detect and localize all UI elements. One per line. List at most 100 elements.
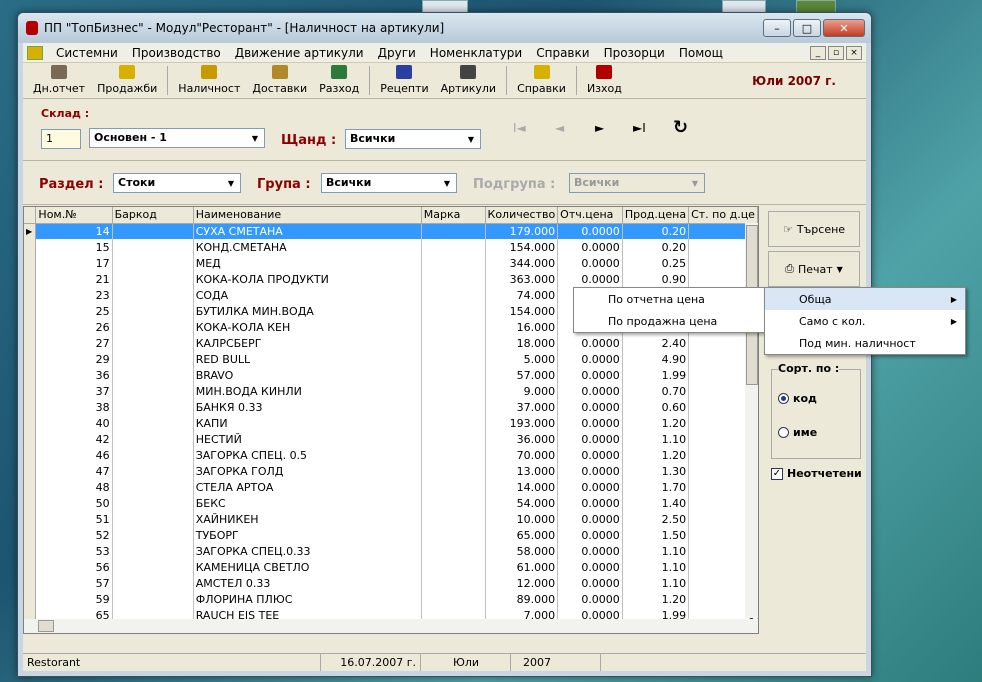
horizontal-scrollbar[interactable] bbox=[24, 619, 758, 633]
document-icon[interactable] bbox=[27, 45, 43, 60]
sklad-select[interactable]: Основен - 1 ▼ bbox=[89, 128, 265, 148]
sort-group: Сорт. по : код име bbox=[771, 362, 861, 459]
table-cell: 154.000 bbox=[485, 239, 559, 255]
table-row[interactable]: 36BRAVO57.0000.00001.990 bbox=[24, 367, 758, 383]
table-cell: ТУБОРГ bbox=[193, 527, 422, 543]
table-row[interactable]: 47ЗАГОРКА ГОЛД13.0000.00001.300 bbox=[24, 463, 758, 479]
sklad-code-field[interactable]: 1 bbox=[41, 129, 81, 149]
table-cell: 51 bbox=[35, 511, 113, 527]
table-row[interactable]: 51ХАЙНИКЕН10.0000.00002.500 bbox=[24, 511, 758, 527]
table-cell: 0.20 bbox=[622, 239, 690, 255]
podgrupa-select: Всички ▼ bbox=[569, 173, 705, 193]
menu-reports[interactable]: Справки bbox=[529, 46, 596, 60]
scroll-thumb[interactable] bbox=[38, 620, 54, 632]
table-cell: 0.0000 bbox=[557, 351, 623, 367]
print-button[interactable]: ⎙ Печат ▼ bbox=[768, 251, 860, 287]
table-cell: 53 bbox=[35, 543, 113, 559]
razdel-select-value: Стоки bbox=[118, 176, 156, 189]
table-row[interactable]: 46ЗАГОРКА СПЕЦ. 0.570.0000.00001.200 bbox=[24, 447, 758, 463]
table-cell: 36 bbox=[35, 367, 113, 383]
table-row[interactable]: 29RED BULL5.0000.00004.900 bbox=[24, 351, 758, 367]
mdi-close-button[interactable]: × bbox=[846, 45, 862, 60]
menu-help[interactable]: Помощ bbox=[672, 46, 730, 60]
table-cell: 4.90 bbox=[622, 351, 690, 367]
menu-other[interactable]: Други bbox=[371, 46, 423, 60]
chevron-down-icon[interactable]: ▼ bbox=[224, 176, 238, 190]
table-row[interactable]: 52ТУБОРГ65.0000.00001.500 bbox=[24, 527, 758, 543]
toolbar-button[interactable]: Справки bbox=[511, 63, 572, 98]
print-by-cost-price[interactable]: По отчетна цена bbox=[574, 288, 765, 310]
table-row[interactable]: 38БАНКЯ 0.3337.0000.00000.600 bbox=[24, 399, 758, 415]
table-row[interactable]: ▶14СУХА СМЕТАНА179.0000.00000.200 bbox=[24, 223, 758, 239]
sort-by-code-radio[interactable]: код bbox=[778, 392, 817, 405]
table-row[interactable]: 27КАЛРСБЕРГ18.0000.00002.400 bbox=[24, 335, 758, 351]
table-cell bbox=[112, 495, 194, 511]
column-header[interactable]: Баркод bbox=[112, 207, 194, 224]
shtand-label: Щанд : bbox=[281, 133, 337, 148]
table-row[interactable]: 48СТЕЛА АРТОА14.0000.00001.700 bbox=[24, 479, 758, 495]
title-bar[interactable]: ПП "ТопБизнес" - Модул"Ресторант" - [Нал… bbox=[18, 13, 871, 43]
search-button[interactable]: ☞ Търсене bbox=[768, 211, 860, 247]
toolbar-button[interactable]: Доставки bbox=[246, 63, 313, 98]
table-cell: 0.0000 bbox=[557, 367, 623, 383]
table-row[interactable]: 57АМСТЕЛ 0.3312.0000.00001.100 bbox=[24, 575, 758, 591]
column-header[interactable]: Количество bbox=[485, 207, 559, 224]
unreported-checkbox[interactable]: ✓ Неотчетени bbox=[771, 467, 862, 480]
column-header[interactable]: Ст. по д.це bbox=[688, 207, 758, 224]
grupa-select[interactable]: Всички ▼ bbox=[321, 173, 457, 193]
prev-record-icon[interactable]: ◄ bbox=[555, 121, 564, 135]
last-record-icon[interactable]: ►I bbox=[633, 121, 646, 135]
toolbar-button[interactable]: Наличност bbox=[172, 63, 246, 98]
table-row[interactable]: 17МЕД344.0000.00000.250 bbox=[24, 255, 758, 271]
menu-movement[interactable]: Движение артикули bbox=[228, 46, 371, 60]
table-row[interactable]: 15КОНД.СМЕТАНА154.0000.00000.200 bbox=[24, 239, 758, 255]
toolbar-button[interactable]: Продажби bbox=[91, 63, 163, 98]
menu-windows[interactable]: Прозорци bbox=[597, 46, 672, 60]
sort-by-name-radio[interactable]: име bbox=[778, 426, 817, 439]
toolbar-button-label: Артикули bbox=[440, 82, 497, 95]
toolbar-button[interactable]: Артикули bbox=[435, 63, 502, 98]
chevron-down-icon[interactable]: ▼ bbox=[440, 176, 454, 190]
print-by-sale-price[interactable]: По продажна цена bbox=[574, 310, 765, 332]
next-record-icon[interactable]: ► bbox=[595, 121, 604, 135]
print-with-quantity[interactable]: Само с кол. ▶ bbox=[765, 310, 965, 332]
refresh-icon[interactable]: ↻ bbox=[673, 117, 688, 138]
menu-nomenclatures[interactable]: Номенклатури bbox=[423, 46, 529, 60]
table-row[interactable]: 50БЕКС54.0000.00001.400 bbox=[24, 495, 758, 511]
table-row[interactable]: 42НЕСТИЙ36.0000.00001.100 bbox=[24, 431, 758, 447]
toolbar-button[interactable]: Изход bbox=[581, 63, 628, 98]
mdi-minimize-button[interactable]: _ bbox=[810, 45, 826, 60]
table-row[interactable]: 40КАПИ193.0000.00001.200 bbox=[24, 415, 758, 431]
column-header[interactable]: Прод.цена bbox=[622, 207, 690, 224]
column-header[interactable]: Отч.цена bbox=[557, 207, 623, 224]
toolbar-button[interactable]: Разход bbox=[313, 63, 365, 98]
toolbar-button[interactable]: Дн.отчет bbox=[27, 63, 91, 98]
razdel-select[interactable]: Стоки ▼ bbox=[113, 173, 241, 193]
shtand-select[interactable]: Всички ▼ bbox=[345, 129, 481, 149]
table-row[interactable]: 53ЗАГОРКА СПЕЦ.0.3358.0000.00001.100 bbox=[24, 543, 758, 559]
maximize-button[interactable]: □ bbox=[793, 19, 821, 37]
column-header[interactable]: Наименование bbox=[193, 207, 422, 224]
table-cell: 36.000 bbox=[485, 431, 559, 447]
toolbar-button[interactable]: Рецепти bbox=[374, 63, 434, 98]
print-with-quantity-label: Само с кол. bbox=[799, 314, 866, 328]
table-row[interactable]: 37МИН.ВОДА КИНЛИ9.0000.00000.700 bbox=[24, 383, 758, 399]
table-row[interactable]: 56КАМЕНИЦА СВЕТЛО61.0000.00001.100 bbox=[24, 559, 758, 575]
toolbar-separator bbox=[506, 66, 508, 95]
menu-production[interactable]: Производство bbox=[125, 46, 228, 60]
vertical-scrollbar[interactable] bbox=[745, 223, 758, 618]
table-row[interactable]: 59ФЛОРИНА ПЛЮС89.0000.00001.200 bbox=[24, 591, 758, 607]
minimize-button[interactable]: – bbox=[763, 19, 791, 37]
table-row[interactable]: 21КОКА-КОЛА ПРОДУКТИ363.0000.00000.900 bbox=[24, 271, 758, 287]
mdi-restore-button[interactable]: ▫ bbox=[828, 45, 844, 60]
close-button[interactable]: ✕ bbox=[823, 19, 865, 37]
print-general[interactable]: Обща ▶ bbox=[765, 288, 965, 310]
print-below-minimum[interactable]: Под мин. наличност bbox=[765, 332, 965, 354]
chevron-down-icon[interactable]: ▼ bbox=[464, 132, 478, 146]
column-header[interactable]: Ном.№ bbox=[35, 207, 113, 224]
table-cell bbox=[421, 495, 486, 511]
menu-system[interactable]: Системни bbox=[49, 46, 125, 60]
chevron-down-icon[interactable]: ▼ bbox=[248, 131, 262, 145]
column-header[interactable]: Марка bbox=[421, 207, 486, 224]
first-record-icon[interactable]: I◄ bbox=[513, 121, 526, 135]
